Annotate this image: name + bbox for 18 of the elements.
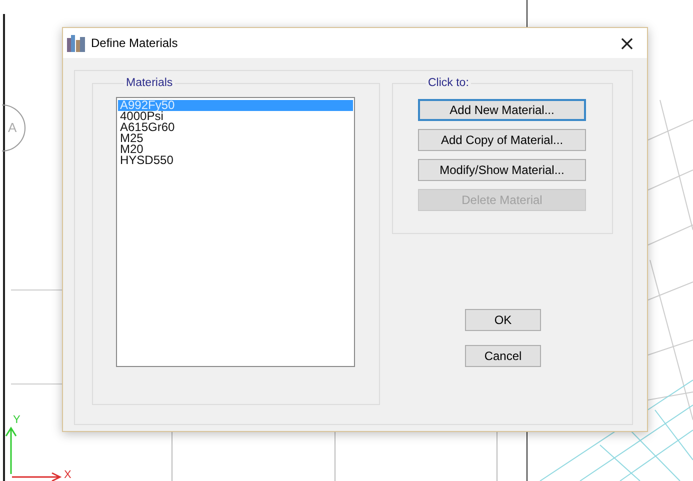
materials-list[interactable]: A992Fy50 4000Psi A615Gr60 M25 M20 HYSD550 (116, 97, 355, 367)
list-item[interactable]: 4000Psi (118, 111, 353, 122)
list-item[interactable]: M20 (118, 144, 353, 155)
dialog-button[interactable]: OK (465, 309, 541, 331)
axis-label: Y (13, 414, 20, 426)
group-label: Click to: (427, 77, 470, 89)
list-item[interactable]: M25 (118, 133, 353, 144)
grid-label: A (8, 121, 17, 135)
close-button[interactable]: × (607, 28, 647, 58)
list-item[interactable]: A615Gr60 (118, 122, 353, 133)
action-button[interactable]: Add New Material... (418, 99, 586, 121)
group-label: Materials (125, 77, 174, 89)
window-title: Define Materials (91, 36, 178, 50)
action-button[interactable]: Add Copy of Material... (418, 129, 586, 151)
list-item[interactable]: HYSD550 (118, 155, 353, 166)
axis-label: X (64, 469, 72, 481)
action-button[interactable]: Modify/Show Material... (418, 159, 586, 181)
dialog-button[interactable]: Cancel (465, 345, 541, 367)
